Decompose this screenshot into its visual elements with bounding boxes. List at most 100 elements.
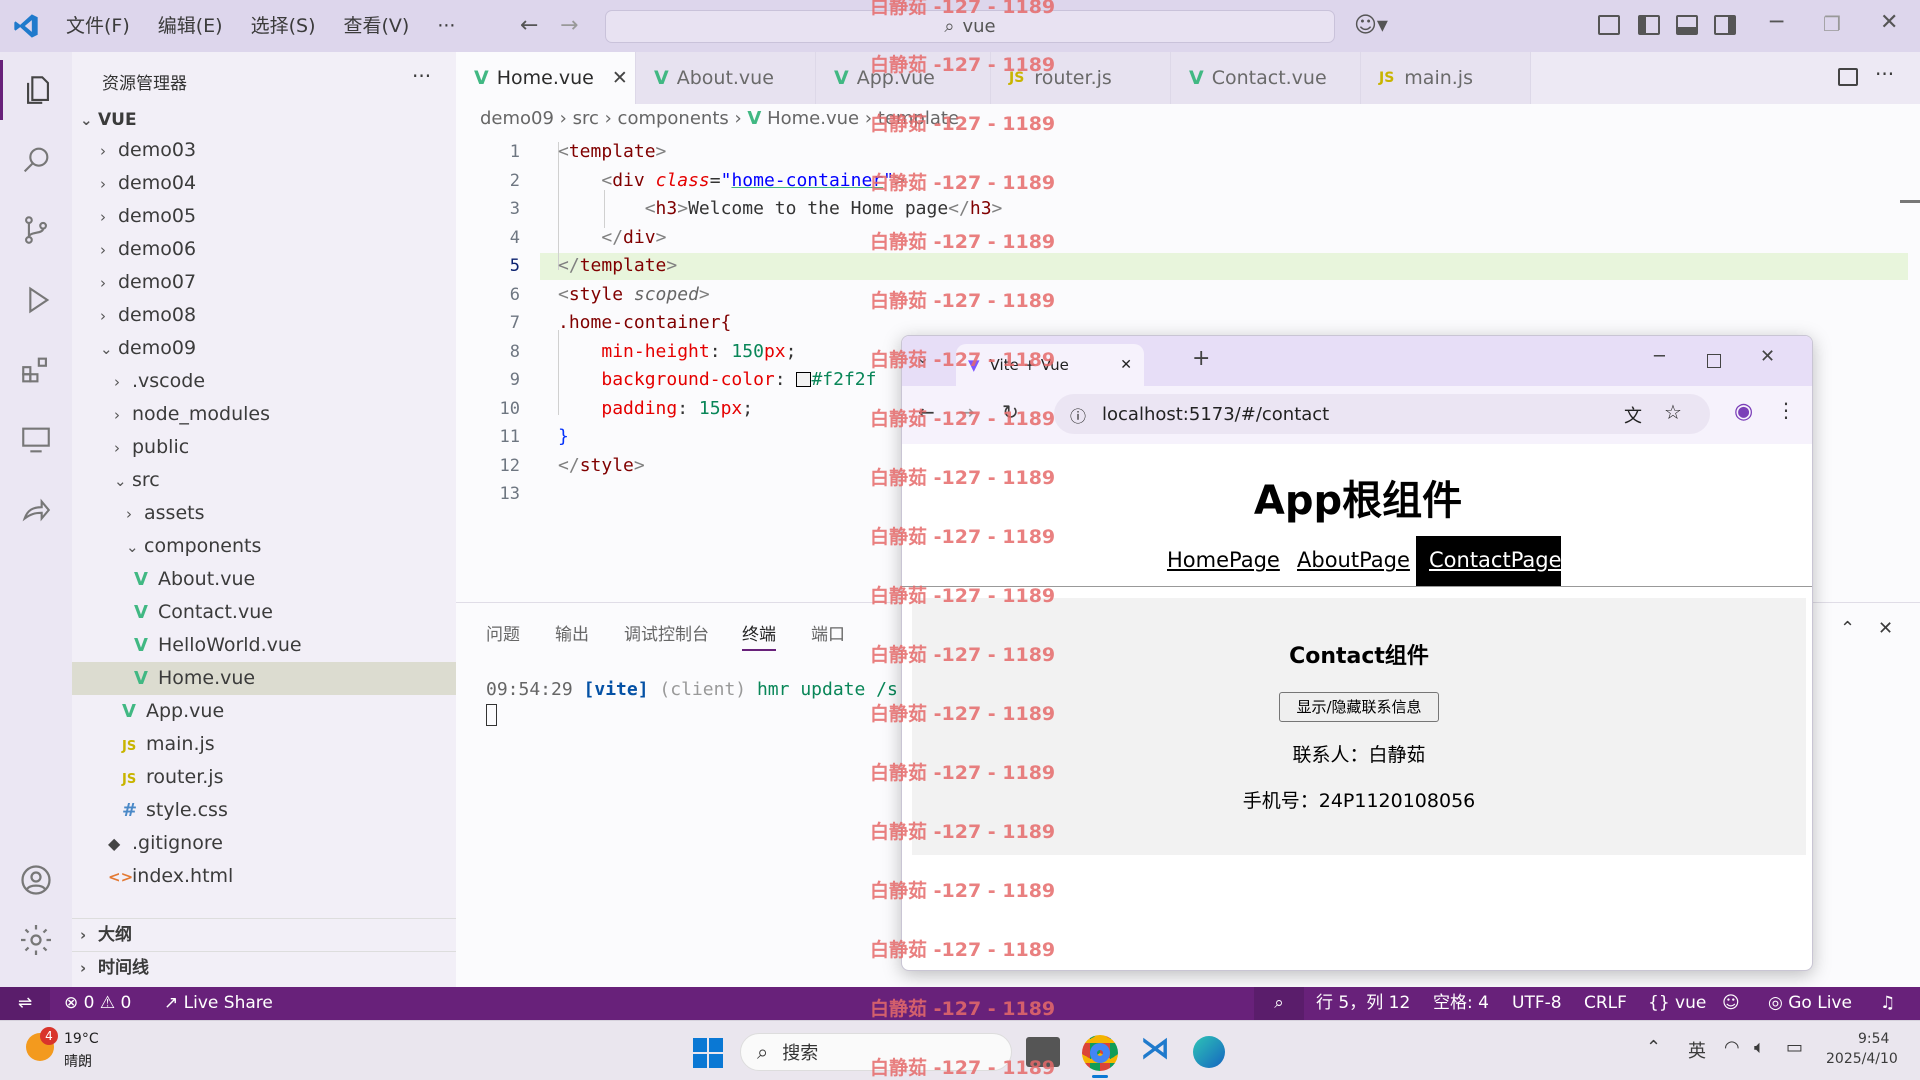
panel-tab-problems[interactable]: 问题 xyxy=(486,620,520,645)
workspace-root[interactable]: ⌄ VUE xyxy=(72,104,456,137)
line-endings[interactable]: CRLF xyxy=(1584,987,1627,1020)
scrollbar-thumb[interactable] xyxy=(1900,200,1920,203)
tree-item-demo07[interactable]: › demo07 xyxy=(72,266,456,299)
translate-icon[interactable]: 文 xyxy=(1624,402,1642,428)
panel-tab-ports[interactable]: 端口 xyxy=(811,620,845,645)
menu-file[interactable]: 文件(F) xyxy=(52,0,144,52)
menu-selection[interactable]: 选择(S) xyxy=(237,0,330,52)
live-share-icon[interactable] xyxy=(0,480,72,540)
run-debug-icon[interactable] xyxy=(0,270,72,330)
menu-more[interactable]: ··· xyxy=(423,0,469,52)
tab-contact-vue[interactable]: V Contact.vue xyxy=(1171,52,1361,104)
tree-item-demo08[interactable]: › demo08 xyxy=(72,299,456,332)
copilot-icon[interactable]: ☺▾ xyxy=(1354,0,1388,52)
language-mode[interactable]: {} vue xyxy=(1648,987,1706,1020)
close-browser-tab-icon[interactable]: ✕ xyxy=(1120,357,1132,373)
go-live-button[interactable]: ◎ Go Live xyxy=(1768,987,1852,1020)
search-view-icon[interactable] xyxy=(0,130,72,190)
tab-about-vue[interactable]: V About.vue xyxy=(636,52,816,104)
chrome-app-icon[interactable] xyxy=(1082,1035,1118,1071)
tree-item-demo03[interactable]: › demo03 xyxy=(72,134,456,167)
crumb-src[interactable]: src xyxy=(573,108,599,129)
tree-item-index-html[interactable]: <>index.html xyxy=(72,860,456,893)
copilot-status-icon[interactable]: ☺ xyxy=(1722,987,1740,1020)
zoom-icon[interactable]: ⌕ xyxy=(1254,987,1304,1020)
tree-item-style-css[interactable]: # style.css xyxy=(72,794,456,827)
code-line-12[interactable]: </style> xyxy=(558,455,645,476)
menu-view[interactable]: 查看(V) xyxy=(330,0,424,52)
ime-indicator[interactable]: 英 xyxy=(1688,1037,1706,1063)
tree-item-public[interactable]: › public xyxy=(72,431,456,464)
nav-homepage-link[interactable]: HomePage xyxy=(1167,548,1280,572)
tree-item-gitignore[interactable]: ◆ .gitignore xyxy=(72,827,456,860)
back-arrow-icon[interactable]: ← xyxy=(520,0,538,52)
edge-app-icon[interactable] xyxy=(1193,1036,1225,1068)
browser-close-icon[interactable]: ✕ xyxy=(1760,346,1775,367)
indentation[interactable]: 空格: 4 xyxy=(1433,987,1489,1020)
tree-item-demo09[interactable]: ⌄ demo09 xyxy=(72,332,456,365)
cursor-position[interactable]: 行 5，列 12 xyxy=(1316,987,1410,1020)
remote-indicator-icon[interactable]: ⇌ xyxy=(0,987,50,1020)
tree-item-demo04[interactable]: › demo04 xyxy=(72,167,456,200)
restore-icon[interactable]: ❐ xyxy=(1823,12,1841,36)
code-line-10[interactable]: padding: 15px; xyxy=(558,398,753,419)
tree-item-app-vue[interactable]: V App.vue xyxy=(72,695,456,728)
tree-item-main-js[interactable]: JS main.js xyxy=(72,728,456,761)
tree-item-helloworld-vue[interactable]: V HelloWorld.vue xyxy=(72,629,456,662)
code-line-7[interactable]: .home-container{ xyxy=(558,312,731,333)
code-line-9[interactable]: background-color: #f2f2f xyxy=(558,369,876,390)
editor-more-icon[interactable]: ··· xyxy=(1875,62,1894,86)
tree-item-src[interactable]: ⌄ src xyxy=(72,464,456,497)
explorer-more-button[interactable]: ··· xyxy=(412,64,431,88)
forward-arrow-icon[interactable]: → xyxy=(560,0,578,52)
battery-icon[interactable]: ▭ xyxy=(1786,1037,1803,1058)
tree-item-demo05[interactable]: › demo05 xyxy=(72,200,456,233)
panel-tab-terminal[interactable]: 终端 xyxy=(742,620,776,651)
close-panel-icon[interactable]: ✕ xyxy=(1878,618,1893,639)
notifications-bell-icon[interactable]: ♫ xyxy=(1880,987,1895,1020)
close-window-icon[interactable]: ✕ xyxy=(1880,10,1898,35)
crumb-home-vue[interactable]: Home.vue xyxy=(767,108,859,129)
browser-maximize-icon[interactable] xyxy=(1707,354,1721,368)
tab-home-vue[interactable]: V Home.vue ✕ xyxy=(456,52,636,104)
tree-item-vscode[interactable]: › .vscode xyxy=(72,365,456,398)
live-share-status[interactable]: ↗ Live Share xyxy=(164,987,273,1020)
crumb-demo09[interactable]: demo09 xyxy=(480,108,554,129)
browser-menu-icon[interactable]: ⋮ xyxy=(1776,398,1796,422)
encoding[interactable]: UTF-8 xyxy=(1512,987,1562,1020)
profile-icon[interactable]: ◉ xyxy=(1734,399,1753,424)
maximize-panel-icon[interactable]: ⌃ xyxy=(1840,618,1855,639)
vscode-app-icon[interactable]: ⋊ xyxy=(1140,1031,1170,1066)
settings-gear-icon[interactable] xyxy=(0,910,72,970)
color-swatch[interactable] xyxy=(796,372,812,387)
tree-item-home-vue[interactable]: V Home.vue xyxy=(72,662,456,695)
code-line-6[interactable]: <style scoped> xyxy=(558,284,710,305)
extensions-icon[interactable] xyxy=(0,340,72,400)
explorer-icon[interactable] xyxy=(0,60,72,120)
remote-explorer-icon[interactable] xyxy=(0,410,72,470)
code-line-11[interactable]: } xyxy=(558,426,569,447)
terminal-cursor[interactable] xyxy=(486,704,497,726)
close-tab-icon[interactable]: ✕ xyxy=(612,67,628,89)
toggle-primary-sidebar-icon[interactable] xyxy=(1638,15,1660,35)
tray-chevron-up-icon[interactable]: ⌃ xyxy=(1646,1037,1661,1058)
new-tab-icon[interactable]: + xyxy=(1192,346,1210,371)
tree-item-about-vue[interactable]: V About.vue xyxy=(72,563,456,596)
code-line-8[interactable]: min-height: 150px; xyxy=(558,341,796,362)
timeline-section[interactable]: › 时间线 xyxy=(72,951,456,984)
split-editor-icon[interactable] xyxy=(1838,68,1858,86)
start-button-icon[interactable] xyxy=(693,1038,723,1068)
clock-time[interactable]: 9:54 xyxy=(1858,1031,1889,1047)
tree-item-demo06[interactable]: › demo06 xyxy=(72,233,456,266)
source-control-icon[interactable] xyxy=(0,200,72,260)
code-line-3[interactable]: <h3>Welcome to the Home page</h3> xyxy=(558,198,1003,219)
volume-mute-icon[interactable]: 🔈︎ xyxy=(1754,1037,1765,1058)
accounts-icon[interactable] xyxy=(0,850,72,910)
panel-tab-output[interactable]: 输出 xyxy=(555,620,589,645)
weather-temp[interactable]: 19°C xyxy=(64,1031,99,1047)
tree-item-components[interactable]: ⌄ components xyxy=(72,530,456,563)
panel-tab-debug-console[interactable]: 调试控制台 xyxy=(624,620,709,645)
tree-item-router-js[interactable]: JS router.js xyxy=(72,761,456,794)
tree-item-node-modules[interactable]: › node_modules xyxy=(72,398,456,431)
outline-section[interactable]: › 大纲 xyxy=(72,918,456,951)
